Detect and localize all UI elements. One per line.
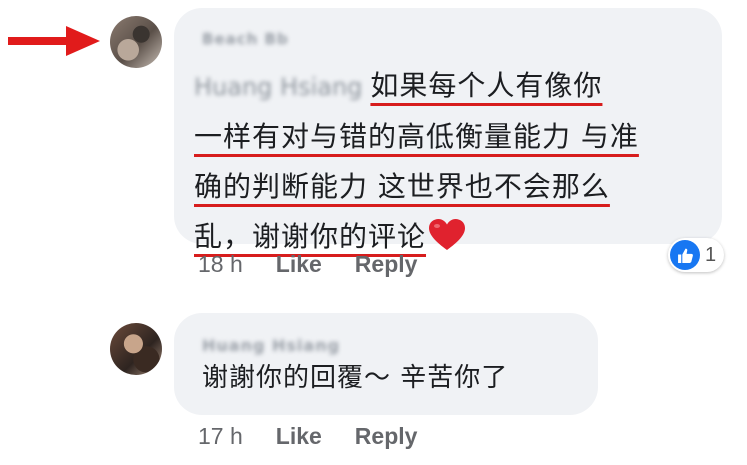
- like-button[interactable]: Like: [276, 423, 322, 450]
- reply-button[interactable]: Reply: [355, 251, 418, 278]
- comment-author-name[interactable]: Beach Bb: [202, 30, 289, 48]
- comment-line-4: 乱，谢谢你的评论: [194, 220, 427, 253]
- timestamp[interactable]: 17 h: [198, 423, 243, 450]
- reply-actions: 17 h Like Reply: [198, 423, 450, 450]
- avatar[interactable]: [110, 16, 162, 68]
- reply-text: 谢謝你的回覆～ 辛苦你了: [202, 363, 509, 393]
- reaction-badge[interactable]: 1: [668, 238, 725, 272]
- comment-line-3: 确的判断能力 这世界也不会那么: [194, 170, 610, 203]
- reply-author-name[interactable]: Huang Hsiang: [202, 336, 340, 355]
- reply-button[interactable]: Reply: [355, 423, 418, 450]
- comment-line-1: 如果每个人有像你: [370, 69, 603, 102]
- avatar[interactable]: [110, 323, 162, 375]
- heart-emoji-icon: [429, 219, 466, 250]
- comment-line-2: 一样有对与错的高低衡量能力 与准: [194, 120, 639, 153]
- comment-text: Huang Hsiang 如果每个人有像你 一样有对与错的高低衡量能力 与准 确的…: [194, 61, 714, 262]
- like-icon: [670, 240, 700, 270]
- comment-bubble: Beach Bb Huang Hsiang 如果每个人有像你 一样有对与错的高低衡…: [174, 8, 722, 253]
- mention-name[interactable]: Huang Hsiang: [194, 73, 362, 101]
- comment-actions: 18 h Like Reply: [198, 251, 450, 278]
- timestamp[interactable]: 18 h: [198, 251, 243, 278]
- like-button[interactable]: Like: [276, 251, 322, 278]
- reply-bubble: Huang Hsiang 谢謝你的回覆～ 辛苦你了: [174, 313, 598, 415]
- reaction-count: 1: [705, 243, 717, 266]
- red-arrow-icon: [8, 26, 100, 56]
